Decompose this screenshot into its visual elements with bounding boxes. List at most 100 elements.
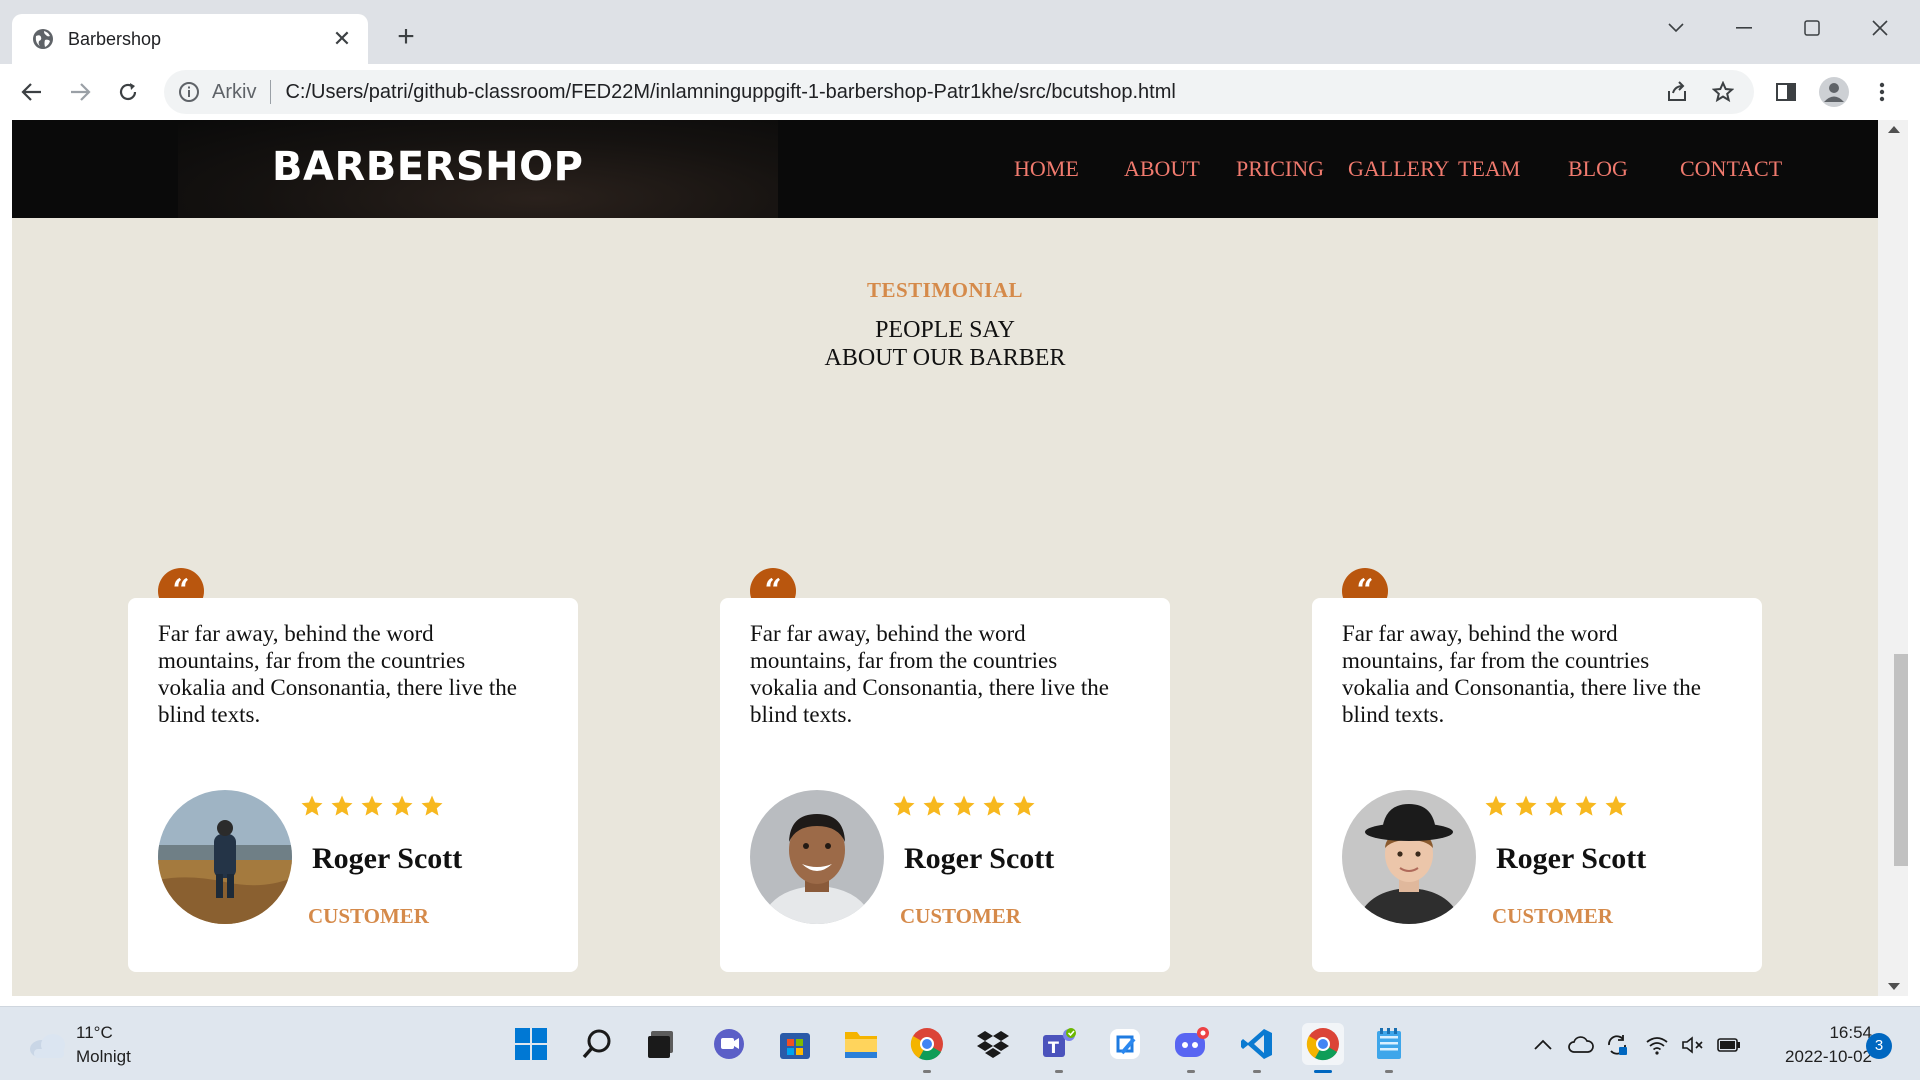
section-title-line2: ABOUT OUR BARBER	[824, 345, 1066, 371]
close-tab-icon[interactable]: ✕	[330, 28, 354, 50]
chat-icon[interactable]	[708, 1023, 750, 1065]
running-indicator	[1253, 1070, 1261, 1073]
store-icon[interactable]	[774, 1023, 816, 1065]
scroll-up-icon[interactable]	[1888, 126, 1900, 133]
star-icon	[331, 795, 353, 816]
customer-name: Roger Scott	[312, 842, 463, 875]
testimonial-card: Far far away, behind the word mountains,…	[128, 598, 578, 972]
share-icon[interactable]	[1662, 77, 1692, 107]
maximize-icon[interactable]	[1790, 10, 1834, 46]
clock-time[interactable]: 16:54	[1812, 1023, 1872, 1043]
wifi-icon[interactable]	[1644, 1033, 1670, 1057]
snip-icon[interactable]	[1104, 1023, 1146, 1065]
onedrive-icon[interactable]	[1568, 1033, 1594, 1057]
customer-name: Roger Scott	[1496, 842, 1647, 875]
customer-role: CUSTOMER	[1492, 904, 1613, 928]
testimonial-text: Far far away, behind the word mountains,…	[1342, 621, 1701, 727]
vscode-icon[interactable]	[1236, 1023, 1278, 1073]
star-icon	[923, 795, 945, 816]
nav-gallery[interactable]: GALLERY	[1348, 156, 1449, 182]
teams-icon[interactable]: T	[1038, 1023, 1080, 1073]
site-header: BARBERSHOP HOME ABOUT PRICING GALLERY TE…	[12, 120, 1878, 218]
nav-about[interactable]: ABOUT	[1124, 156, 1200, 182]
star-icon	[983, 795, 1005, 816]
forward-icon[interactable]	[64, 76, 96, 108]
running-indicator	[923, 1070, 931, 1073]
clock-date[interactable]: 2022-10-02	[1764, 1047, 1872, 1067]
nav-team[interactable]: TEAM	[1458, 156, 1520, 182]
nav-blog[interactable]: BLOG	[1568, 156, 1628, 182]
star-icon	[1013, 795, 1035, 816]
sync-icon[interactable]	[1604, 1033, 1630, 1057]
avatar-man-in-field	[158, 790, 292, 924]
testimonial-card: Far far away, behind the word mountains,…	[1312, 598, 1762, 972]
profile-icon[interactable]	[1818, 76, 1850, 108]
bookmark-star-icon[interactable]	[1708, 77, 1738, 107]
nav-pricing[interactable]: PRICING	[1236, 156, 1324, 182]
star-icon	[1605, 795, 1627, 816]
chrome-active-icon[interactable]	[1302, 1023, 1344, 1073]
section-title-line1: PEOPLE SAY	[875, 317, 1015, 343]
customer-name: Roger Scott	[904, 842, 1055, 875]
side-panel-icon[interactable]	[1770, 76, 1802, 108]
star-icon	[1485, 795, 1507, 816]
cloud-weather-icon[interactable]	[28, 1031, 68, 1059]
security-label: Arkiv	[212, 80, 257, 103]
taskbar: 11°C Molnigt T 16:54 2022-10-02 3	[0, 1006, 1920, 1080]
close-window-icon[interactable]	[1858, 10, 1902, 46]
rating-stars	[892, 794, 1036, 818]
search-icon[interactable]	[576, 1023, 618, 1065]
discord-icon[interactable]	[1170, 1023, 1212, 1073]
nav-contact[interactable]: CONTACT	[1680, 156, 1782, 182]
section-title: PEOPLE SAY ABOUT OUR BARBER	[12, 316, 1878, 372]
testimonial-text: Far far away, behind the word mountains,…	[750, 621, 1109, 727]
avatar-young-man-hat	[1342, 790, 1476, 924]
globe-icon	[33, 29, 53, 49]
star-icon	[1545, 795, 1567, 816]
nav-home[interactable]: HOME	[1014, 156, 1079, 182]
browser-tab[interactable]: Barbershop ✕	[12, 14, 368, 64]
minimize-icon[interactable]	[1722, 10, 1766, 46]
running-indicator	[1385, 1070, 1393, 1073]
address-bar[interactable]: Arkiv C:/Users/patri/github-classroom/FE…	[164, 70, 1754, 114]
notification-badge[interactable]: 3	[1866, 1033, 1892, 1059]
page-scrollbar[interactable]	[1878, 120, 1908, 996]
tab-search-icon[interactable]	[1654, 10, 1698, 46]
scrollbar-thumb[interactable]	[1894, 654, 1908, 866]
scroll-down-icon[interactable]	[1888, 983, 1900, 990]
menu-icon[interactable]	[1866, 76, 1898, 108]
star-icon	[361, 795, 383, 816]
chevron-up-icon[interactable]	[1530, 1033, 1556, 1057]
new-tab-button[interactable]: +	[390, 22, 422, 52]
start-icon[interactable]	[510, 1023, 552, 1065]
weather-temperature[interactable]: 11°C	[76, 1023, 113, 1043]
page-viewport: BARBERSHOP HOME ABOUT PRICING GALLERY TE…	[12, 120, 1878, 996]
svg-text:T: T	[1048, 1038, 1059, 1057]
star-icon	[391, 795, 413, 816]
volume-muted-icon[interactable]	[1680, 1033, 1706, 1057]
testimonial-text: Far far away, behind the word mountains,…	[158, 621, 517, 727]
battery-icon[interactable]	[1716, 1033, 1742, 1057]
address-separator	[270, 80, 272, 104]
task-view-icon[interactable]	[640, 1023, 682, 1065]
file-explorer-icon[interactable]	[840, 1023, 882, 1065]
star-icon	[893, 795, 915, 816]
star-icon	[1515, 795, 1537, 816]
info-icon[interactable]	[178, 81, 200, 103]
weather-description[interactable]: Molnigt	[76, 1047, 131, 1067]
star-icon	[301, 795, 323, 816]
customer-role: CUSTOMER	[900, 904, 1021, 928]
reload-icon[interactable]	[112, 76, 144, 108]
rating-stars	[1484, 794, 1628, 818]
star-icon	[1575, 795, 1597, 816]
customer-role: CUSTOMER	[308, 904, 429, 928]
site-logo[interactable]: BARBERSHOP	[272, 144, 583, 190]
url-text[interactable]: C:/Users/patri/github-classroom/FED22M/i…	[285, 81, 1662, 104]
section-subheading: TESTIMONIAL	[866, 278, 1024, 302]
chrome-icon[interactable]	[906, 1023, 948, 1073]
star-icon	[421, 795, 443, 816]
rating-stars	[300, 794, 444, 818]
back-icon[interactable]	[16, 76, 48, 108]
dropbox-icon[interactable]	[972, 1023, 1014, 1065]
notepad-icon[interactable]	[1368, 1023, 1410, 1073]
